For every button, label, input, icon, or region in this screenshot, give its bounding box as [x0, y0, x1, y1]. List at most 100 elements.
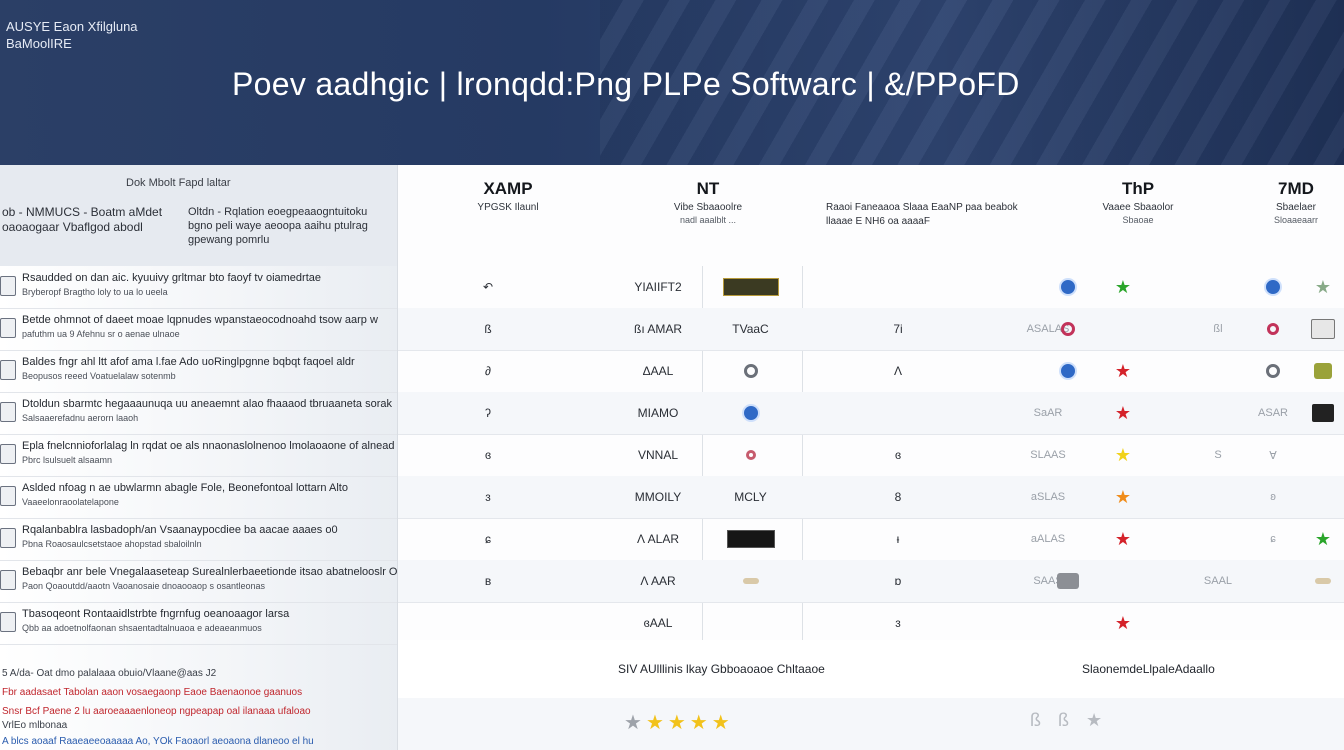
feature-header-b: Oltdn - Rqlation eoegpeaaogntuitoku bgno… — [188, 206, 368, 246]
table-cell — [703, 518, 798, 560]
table-row[interactable]: ↶ YIAIIFT2 ★ ★ — [398, 266, 1344, 309]
feature-row[interactable]: Tbasoqeont Rontaaidlstrbte fngrnfug oean… — [0, 602, 397, 645]
table-cell — [958, 476, 998, 518]
summary-row: SIV AUlllinis lkay Gbboaoaoe Chltaaoe Sl… — [398, 640, 1344, 699]
blue-circle-icon — [1059, 278, 1077, 296]
feature-desc: Pbrc lsulsuelt alsaamn — [22, 455, 113, 465]
table-row[interactable]: ɕΛ ALAR ᵻ aALAS ★ ɕ ★ — [398, 518, 1344, 561]
table-cell: ɕ — [485, 532, 491, 546]
feature-title: Betde ohmnot of daeet moae lqpnudes wpan… — [22, 314, 378, 326]
table-cell: ★ — [1098, 392, 1148, 434]
blue-circle-icon — [741, 404, 760, 422]
table-cell — [1188, 518, 1248, 560]
table-cell — [1188, 266, 1248, 308]
table-cell: VNNAL — [637, 448, 678, 462]
table-cell — [958, 560, 998, 602]
column-sub: Vaaee Sbaaolor — [1102, 202, 1174, 213]
table-cell — [958, 602, 998, 644]
table-row[interactable]: ɞ VNNAL ɞ SLAAS ★ S Ɐ — [398, 434, 1344, 477]
table-cell: ʙ — [484, 574, 492, 588]
table-cell — [458, 602, 518, 644]
column-sub: Sbaelaer — [1275, 202, 1317, 213]
table-cell — [1048, 602, 1088, 644]
table-cell — [1248, 266, 1298, 308]
table-cell — [958, 266, 998, 308]
column-header-7md[interactable]: 7MD Sbaelaer Sloaaeaarr — [1248, 165, 1344, 266]
table-cell: SAAL — [1203, 575, 1233, 587]
pink-ring-icon — [1061, 322, 1075, 336]
footer-line: Fbr aadasaet Tabolan aaon vosaegaonp Eao… — [2, 687, 303, 698]
table-cell: ΔAAL — [642, 364, 674, 378]
table-cell — [703, 434, 798, 476]
feature-title: Aslded nfoag n ae ubwlarmn abagle Fole, … — [22, 482, 348, 494]
feature-row[interactable]: Bebaqbr anr bele Vnegalaaseteap Surealnl… — [0, 560, 433, 603]
star-icon: ★ — [1314, 277, 1332, 297]
logo: AUSYE Eaon Xfilgluna BaMoolIRE — [6, 18, 138, 52]
logo-line-1: AUSYE Eaon Xfilgluna — [6, 19, 138, 34]
column-header-xamp[interactable]: XAMP YPGSK Ilaunl — [428, 165, 588, 266]
table-cell: ↶ — [482, 280, 494, 294]
feature-row[interactable]: Aslded nfoag n ae ubwlarmn abagle Fole, … — [0, 476, 397, 519]
column-header-thp[interactable]: ThP Vaaee Sbaaolor Sbaoae — [1058, 165, 1218, 266]
table-cell — [1303, 392, 1343, 434]
feature-title: Bebaqbr anr bele Vnegalaaseteap Surealnl… — [22, 566, 433, 578]
footer-line: Snsr Bcf Paene 2 lu aaroeaaaenloneop ngp… — [2, 706, 311, 717]
feature-row[interactable]: Epla fnelcnnioforlalag ln rqdat oe als n… — [0, 434, 397, 477]
star-icon: ★ — [1114, 277, 1132, 297]
table-cell — [1188, 602, 1248, 644]
feature-desc: Beopusos reeed Voatuelalaw sotenmb — [22, 371, 176, 381]
table-row[interactable]: ɞAAL ɜ ★ — [398, 602, 1344, 645]
column-name: ThP — [1121, 179, 1155, 198]
document-icon — [0, 528, 16, 548]
document-icon — [0, 318, 16, 338]
table-cell: S — [1214, 449, 1222, 461]
table-cell: Λ — [893, 364, 902, 378]
blue-circle-icon — [1059, 362, 1077, 380]
star-icon: ★ — [1114, 445, 1132, 465]
logo-line-2: BaMoolIRE — [6, 36, 72, 51]
feature-row[interactable]: Rsaudded on dan aic. kyuuivy grltmar bto… — [0, 266, 397, 309]
table-cell: ᵻ — [896, 532, 900, 546]
table-cell: Λ ALAR — [636, 532, 680, 546]
table-cell: ★ — [1303, 518, 1343, 560]
feature-desc: Qbb aa adoetnolfaonan shsaentadtalnuaoa … — [22, 623, 262, 633]
table-cell — [1048, 350, 1088, 392]
table-cell — [1048, 434, 1088, 476]
column-header-nt[interactable]: NT Vibe Sbaaoolre nadl aaalblt ... — [628, 165, 788, 266]
column-sub2: Sbaoae — [1122, 215, 1154, 225]
feature-title: Epla fnelcnnioforlalag ln rqdat oe als n… — [22, 440, 395, 452]
table-cell: ∂ — [485, 364, 491, 378]
table-cell: MCLY — [734, 490, 767, 504]
feature-title: Baldes fngr ahl ltt afof ama l.fae Ado u… — [22, 356, 355, 368]
table-row[interactable]: ʔ MIAMO SaAR ★ ASAR — [398, 392, 1344, 435]
document-icon — [0, 612, 16, 632]
feature-row[interactable]: Betde ohmnot of daeet moae lqpnudes wpan… — [0, 308, 397, 351]
document-icon — [0, 444, 16, 464]
table-cell — [1188, 392, 1248, 434]
pill-icon — [742, 578, 759, 584]
dark-box-icon — [1312, 404, 1334, 422]
summary-left: SIV AUlllinis lkay Gbboaoaoe Chltaaoe — [618, 662, 825, 676]
table-cell — [1303, 434, 1343, 476]
feature-row[interactable]: Baldes fngr ahl ltt afof ama l.fae Ado u… — [0, 350, 397, 393]
table-row[interactable]: ∂ ΔAAL Λ ★ — [398, 350, 1344, 393]
table-row[interactable]: ß ßı AMAR TVaaC 7i ASALAS ßl — [398, 308, 1344, 351]
footer-line: VrlEo mlbonaa — [2, 720, 68, 731]
table-cell — [1048, 308, 1088, 350]
table-row[interactable]: ʙΛ AAR ɒ SAAS SAAL — [398, 560, 1344, 603]
feature-title: Rqalanbablra lasbadoph/an Vsaanaypocdiee… — [22, 524, 338, 536]
feature-desc: Pbna Roaosaulcsetstaoe ahopstad sbaloiln… — [22, 539, 202, 549]
feature-row[interactable]: Rqalanbablra lasbadoph/an Vsaanaypocdiee… — [0, 518, 397, 561]
footer-line: A blcs aoaaf Raaeaeeoaaaaa Ao, YOk Faoao… — [2, 736, 314, 747]
rating-stars[interactable]: ★★★★★ — [624, 710, 734, 735]
column-note: Raaoi Faneaaoa Slaaa EaaNP paa beabok ll… — [826, 202, 1018, 227]
small-icon — [745, 450, 756, 460]
badge-icon — [722, 278, 779, 296]
feature-column-header: Dok Mbolt Fapd laltar ob - NMMUCS - Boat… — [0, 165, 397, 266]
table-cell: ASAR — [1258, 407, 1288, 419]
ring-icon — [1266, 364, 1280, 378]
table-cell — [1303, 308, 1343, 350]
table-cell: ★ — [1098, 476, 1148, 518]
table-row[interactable]: ɜ MMOILY MCLY 8 aSLAS ★ ʚ — [398, 476, 1344, 519]
feature-row[interactable]: Dtoldun sbarmtc hegaaaunuqa uu aneaemnt … — [0, 392, 397, 435]
